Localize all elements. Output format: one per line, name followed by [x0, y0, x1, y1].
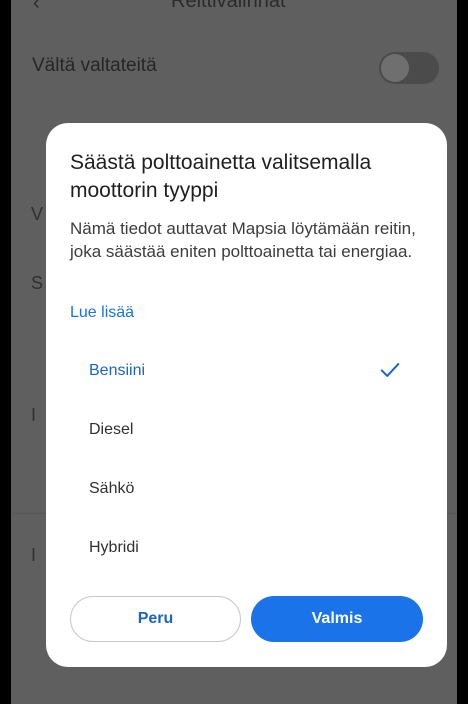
option-bensiini[interactable]: Bensiini — [46, 341, 447, 400]
toggle-knob — [381, 54, 409, 82]
screen: ‹ Reittivalinnat Vältä valtateitä V S I … — [11, 0, 457, 704]
background-fragment: I — [31, 405, 37, 425]
app-header: ‹ Reittivalinnat — [11, 0, 457, 14]
option-label: Bensiini — [89, 361, 146, 379]
option-hybridi[interactable]: Hybridi — [46, 518, 447, 577]
option-label: Diesel — [89, 420, 134, 438]
option-diesel[interactable]: Diesel — [46, 400, 447, 459]
dialog-description: Nämä tiedot auttavat Mapsia löytämään re… — [70, 219, 416, 261]
avoid-highways-label: Vältä valtateitä — [32, 55, 157, 76]
check-icon — [380, 363, 400, 377]
page-title: Reittivalinnat — [171, 0, 286, 12]
dialog-title: Säästä polttoainetta valitsemalla mootto… — [70, 151, 372, 202]
option-label: Hybridi — [89, 538, 139, 556]
back-arrow-icon[interactable]: ‹ — [33, 0, 40, 15]
background-fragment: S — [31, 273, 44, 293]
background-fragment: I — [31, 545, 37, 565]
engine-options-list: Bensiini Diesel Sähkö Hybridi — [46, 341, 447, 577]
option-label: Sähkö — [89, 479, 135, 497]
done-button[interactable]: Valmis — [251, 596, 423, 642]
cancel-button[interactable]: Peru — [70, 596, 241, 642]
engine-type-dialog: Säästä polttoainetta valitsemalla mootto… — [46, 123, 447, 667]
learn-more-link[interactable]: Lue lisää — [70, 304, 134, 322]
avoid-highways-toggle[interactable] — [379, 52, 439, 84]
background-fragment: V — [31, 204, 44, 224]
option-sahko[interactable]: Sähkö — [46, 459, 447, 518]
